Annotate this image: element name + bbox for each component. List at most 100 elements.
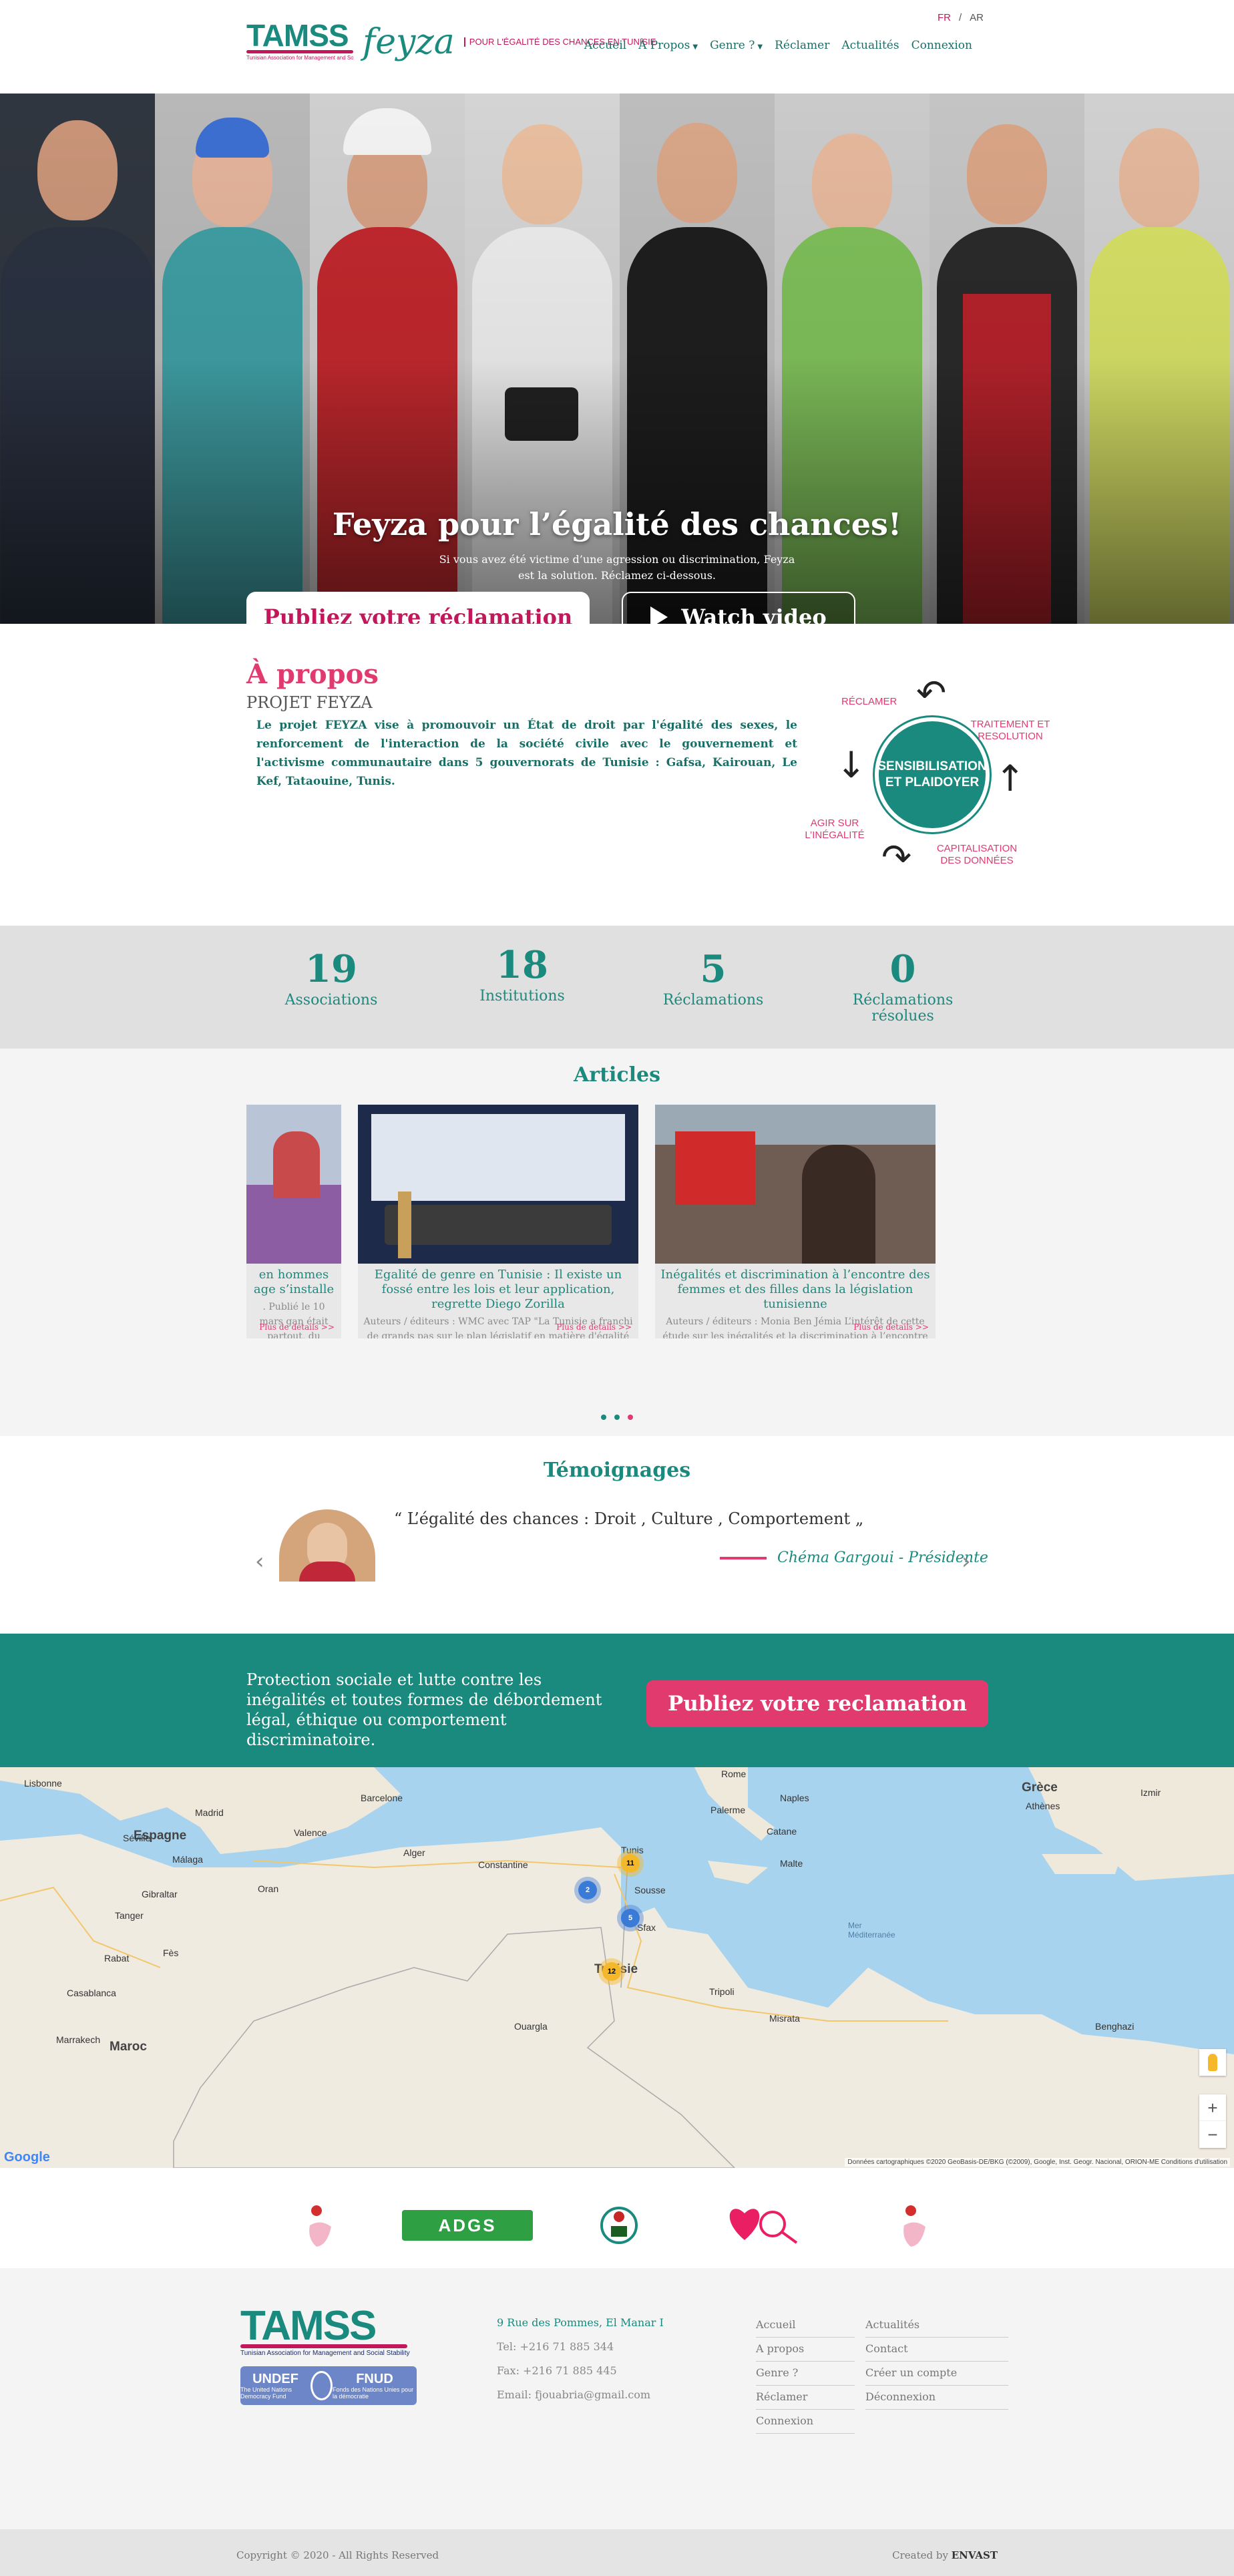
partner-logo-3[interactable] xyxy=(596,2199,642,2252)
carousel-dot[interactable] xyxy=(614,1415,620,1420)
tamss-logo-swoosh xyxy=(246,50,353,53)
created-by-label: Created by xyxy=(892,2549,948,2561)
map-marker-cluster[interactable]: 2 xyxy=(578,1881,597,1899)
tamss-logo-subtitle: Tunisian Association for Management and … xyxy=(246,55,353,61)
article-card[interactable]: en hommes age s’installe . Publié le 10 … xyxy=(246,1105,341,1338)
map-label: Fès xyxy=(163,1948,179,1958)
lang-ar-link[interactable]: AR xyxy=(970,12,984,23)
partner-logo-5[interactable] xyxy=(888,2199,942,2252)
fnud-sub: Fonds des Nations Unies pour la démocrat… xyxy=(333,2386,414,2400)
footer-link-accueil[interactable]: Accueil xyxy=(756,2314,855,2338)
undef-logo: UNDEF The United Nations Democracy Fund … xyxy=(240,2366,417,2405)
footer-link-actualites[interactable]: Actualités xyxy=(865,2314,1008,2338)
tamss-logo[interactable]: TAMSS Tunisian Association for Managemen… xyxy=(246,19,353,65)
article-card[interactable]: Egalité de genre en Tunisie : Il existe … xyxy=(358,1105,638,1338)
cycle-arrow-icon: ↑ xyxy=(995,757,1026,799)
article-more-link[interactable]: Plus de details >> xyxy=(853,1322,929,1332)
map-attribution[interactable]: Données cartographiques ©2020 GeoBasis-D… xyxy=(845,2158,1230,2167)
partner-logo-adgs[interactable]: ADGS xyxy=(401,2199,534,2252)
publish-claim-button[interactable]: Publiez votre réclamation xyxy=(246,592,590,624)
author-divider xyxy=(720,1556,767,1559)
map-label: Alger xyxy=(403,1847,425,1858)
chevron-down-icon: ▼ xyxy=(692,43,698,51)
nav-reclamer[interactable]: Réclamer xyxy=(775,39,829,52)
stats-section: 19 Associations 18 Institutions 5 Réclam… xyxy=(0,926,1234,1049)
map-marker-cluster[interactable]: 12 xyxy=(602,1962,621,1981)
carousel-dot-active[interactable] xyxy=(628,1415,633,1420)
footer-link-contact[interactable]: Contact xyxy=(865,2338,1008,2362)
footer-logos: TAMSS Tunisian Association for Managemen… xyxy=(240,2306,421,2405)
footer-link-reclamer[interactable]: Réclamer xyxy=(756,2386,855,2410)
copyright-text: Copyright © 2020 - All Rights Reserved xyxy=(236,2549,439,2561)
map-label: Misrata xyxy=(769,2013,800,2024)
article-card[interactable]: Inégalités et discrimination à l’encontr… xyxy=(655,1105,936,1338)
zoom-out-button[interactable]: − xyxy=(1199,2121,1226,2148)
article-more-link[interactable]: Plus de details >> xyxy=(556,1322,632,1332)
carousel-dots xyxy=(0,1415,1234,1420)
adgs-logo-text: ADGS xyxy=(402,2210,533,2241)
map-label: Málaga xyxy=(172,1854,203,1865)
map-label: Grèce xyxy=(1022,1781,1058,1795)
partner-logo-1[interactable] xyxy=(294,2199,347,2252)
nav-connexion[interactable]: Connexion xyxy=(911,39,972,52)
feyza-cycle-diagram: SENSIBILISATION ET PLAIDOYER RÉCLAMER TR… xyxy=(801,657,1055,878)
hero-banner: Feyza pour l’égalité des chances! Si vou… xyxy=(0,94,1234,624)
map-label: Malte xyxy=(780,1858,803,1869)
stat-institutions: 18 Institutions xyxy=(442,942,602,1004)
partner-logo-4[interactable] xyxy=(721,2199,808,2252)
article-excerpt: . Publié le 10 mars gan était partout, d… xyxy=(259,1302,329,1338)
map-label: Rome xyxy=(721,1769,747,1779)
footer-tel: Tel: +216 71 885 344 xyxy=(497,2340,614,2353)
map-label: Barcelone xyxy=(361,1793,403,1803)
footer-email[interactable]: Email: fjouabria@gmail.com xyxy=(497,2383,664,2407)
footer-link-genre[interactable]: Genre ? xyxy=(756,2362,855,2386)
about-title: À propos xyxy=(246,659,379,690)
nav-accueil[interactable]: Accueil xyxy=(584,39,626,52)
cta-text: Protection sociale et lutte contre les i… xyxy=(246,1670,602,1749)
map-label: Mer Méditerranée xyxy=(848,1921,895,1940)
created-by-link[interactable]: ENVAST xyxy=(952,2549,998,2561)
map-label: Sfax xyxy=(637,1922,656,1933)
street-view-icon[interactable] xyxy=(1199,2049,1226,2076)
un-globe-icon xyxy=(311,2371,333,2400)
article-title[interactable]: Inégalités et discrimination à l’encontr… xyxy=(655,1264,936,1312)
map-label: Lisbonne xyxy=(24,1778,62,1789)
cycle-label-agir: AGIR SUR L’INÉGALITÉ xyxy=(805,817,865,841)
map-marker-cluster[interactable]: 11 xyxy=(621,1854,640,1873)
lang-fr-link[interactable]: FR xyxy=(938,12,951,23)
nav-genre[interactable]: Genre ? ▼ xyxy=(710,39,763,52)
map-marker-cluster[interactable]: 5 xyxy=(621,1909,640,1927)
nav-a-propos[interactable]: À Propos ▼ xyxy=(638,39,698,52)
watch-video-button[interactable]: Watch video xyxy=(622,592,855,624)
article-more-link[interactable]: Plus de details >> xyxy=(259,1322,335,1332)
partners-section: ADGS xyxy=(0,2168,1234,2268)
map-label: Rabat xyxy=(104,1953,130,1964)
testimonial-quote: “ L’égalité des chances : Droit , Cultur… xyxy=(394,1509,864,1528)
cycle-label-capitalisation: CAPITALISATION DES DONNÉES xyxy=(936,843,1018,866)
main-nav: Accueil À Propos ▼ Genre ? ▼ Réclamer Actu… xyxy=(584,39,972,52)
map-label: Madrid xyxy=(195,1807,224,1818)
google-map[interactable]: Lisbonne Madrid Espagne Barcelone Rome N… xyxy=(0,1767,1234,2168)
footer-link-creer-compte[interactable]: Créer un compte xyxy=(865,2362,1008,2386)
map-label: Palerme xyxy=(710,1805,746,1815)
zoom-in-button[interactable]: + xyxy=(1199,2094,1226,2121)
chevron-left-icon[interactable]: ‹ xyxy=(255,1548,264,1575)
nav-actualites[interactable]: Actualités xyxy=(841,39,899,52)
carousel-dot[interactable] xyxy=(601,1415,606,1420)
footer-link-a-propos[interactable]: A propos xyxy=(756,2338,855,2362)
copyright-bar: Copyright © 2020 - All Rights Reserved C… xyxy=(0,2529,1234,2576)
article-title[interactable]: en hommes age s’installe xyxy=(246,1264,341,1297)
chevron-down-icon: ▼ xyxy=(757,43,763,51)
footer-link-deconnexion[interactable]: Déconnexion xyxy=(865,2386,1008,2410)
footer-link-connexion[interactable]: Connexion xyxy=(756,2410,855,2434)
publish-reclamation-button[interactable]: Publiez votre reclamation xyxy=(646,1680,988,1727)
chevron-right-icon[interactable]: › xyxy=(962,1548,971,1575)
stat-number: 19 xyxy=(305,947,357,991)
feyza-logo[interactable]: feyza xyxy=(363,22,455,62)
about-text: Le projet FEYZA vise à promouvoir un Éta… xyxy=(256,719,797,788)
lang-separator: / xyxy=(958,12,962,23)
about-subtitle: PROJET FEYZA xyxy=(246,693,373,712)
articles-title: Articles xyxy=(574,1063,660,1087)
article-title[interactable]: Egalité de genre en Tunisie : Il existe … xyxy=(358,1264,638,1312)
map-label: Tripoli xyxy=(709,1986,735,1997)
